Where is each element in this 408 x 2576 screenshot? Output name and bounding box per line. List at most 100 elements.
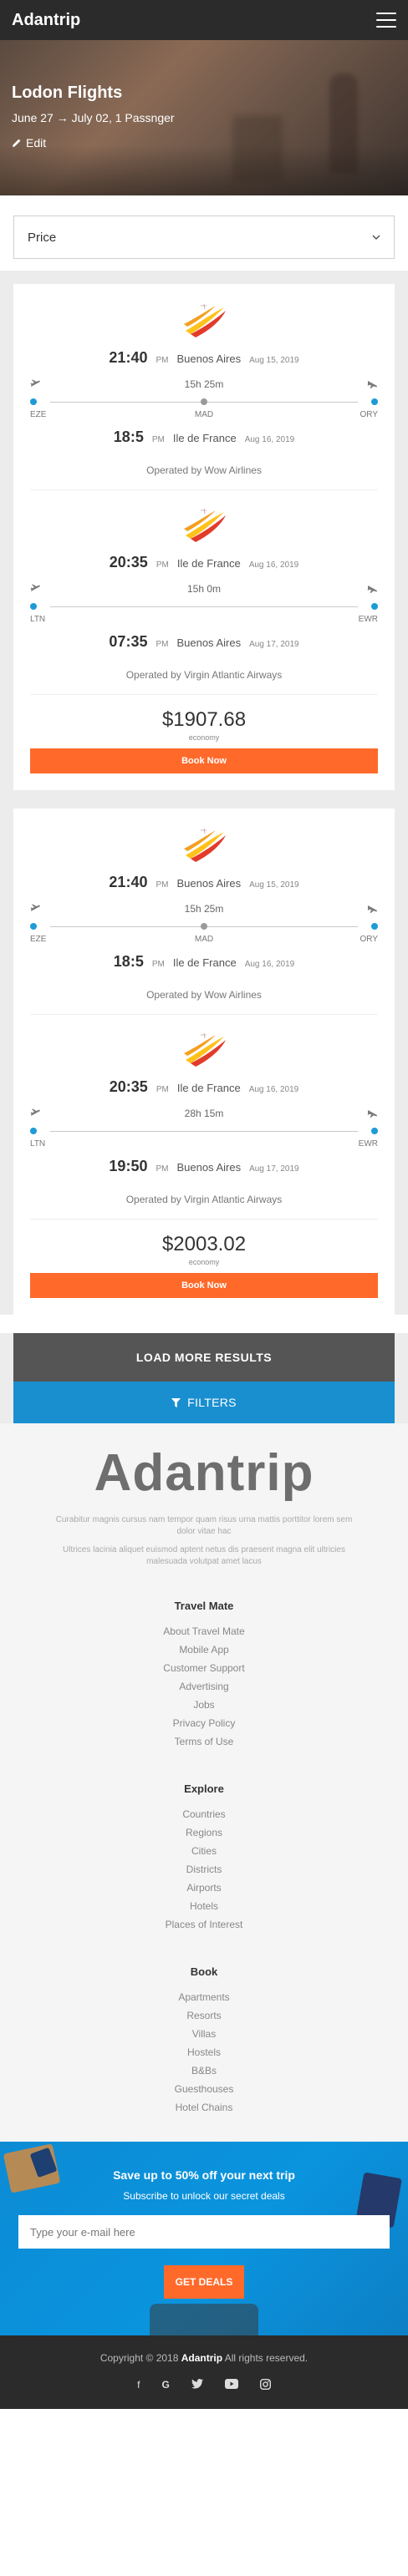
plane-landing-icon <box>367 1108 378 1121</box>
twitter-icon[interactable] <box>191 2379 203 2392</box>
footer-link[interactable]: Customer Support <box>0 1659 408 1677</box>
origin-dot <box>30 923 37 930</box>
results-list: 21:40 PM Buenos Aires Aug 15, 2019 15h 2… <box>0 271 408 1315</box>
operator-text: Operated by Wow Airlines <box>146 989 262 1001</box>
departure-time: 21:40 <box>109 349 148 366</box>
footer-link[interactable]: Regions <box>0 1823 408 1842</box>
arrival-row: 18:5 PM Ile de France Aug 16, 2019 <box>30 428 378 446</box>
brand-logo[interactable]: Adantrip <box>12 11 80 30</box>
filters-label: FILTERS <box>187 1396 237 1409</box>
arrival-row: 07:35 PM Buenos Aires Aug 17, 2019 <box>30 633 378 651</box>
youtube-icon[interactable] <box>224 2379 238 2392</box>
load-more-button[interactable]: LOAD MORE RESULTS <box>13 1333 395 1382</box>
footer-link[interactable]: Advertising <box>0 1677 408 1696</box>
email-field[interactable] <box>18 2215 390 2249</box>
footer-link[interactable]: Privacy Policy <box>0 1714 408 1732</box>
origin-code: LTN <box>30 1139 46 1149</box>
edit-search-button[interactable]: Edit <box>12 136 46 150</box>
footer-link[interactable]: Hotel Chains <box>0 2098 408 2117</box>
sort-select[interactable]: Price <box>13 216 395 259</box>
footer-link[interactable]: Hostels <box>0 2043 408 2061</box>
flight-duration: 15h 25m <box>184 903 224 915</box>
footer-link[interactable]: Resorts <box>0 2006 408 2025</box>
footer-link[interactable]: Villas <box>0 2025 408 2043</box>
departure-row: 21:40 PM Buenos Aires Aug 15, 2019 <box>30 349 378 367</box>
origin-dot <box>30 603 37 610</box>
airline-logo <box>184 828 226 862</box>
book-now-button[interactable]: Book Now <box>30 748 378 773</box>
footer-link[interactable]: Countries <box>0 1805 408 1823</box>
origin-code: EZE <box>30 410 47 419</box>
footer-link[interactable]: Airports <box>0 1879 408 1897</box>
footer-section-title: Explore <box>184 1782 224 1795</box>
facebook-icon[interactable]: f <box>137 2379 140 2392</box>
price-block: $2003.02 economy <box>30 1233 378 1266</box>
arrival-time: 18:5 <box>113 953 144 970</box>
get-deals-button[interactable]: GET DEALS <box>163 2265 245 2299</box>
chevron-down-icon <box>372 235 380 240</box>
arrival-date: Aug 16, 2019 <box>244 960 295 969</box>
stop-dot <box>201 923 207 930</box>
arrival-ampm: PM <box>151 960 165 969</box>
price-amount: $1907.68 <box>161 708 247 731</box>
stop-code: MAD <box>194 935 214 944</box>
arrival-time: 07:35 <box>109 633 148 650</box>
footer-link[interactable]: Districts <box>0 1860 408 1879</box>
operator-text: Operated by Virgin Atlantic Airways <box>125 1194 283 1205</box>
google-icon[interactable]: G <box>162 2379 170 2392</box>
footer-link[interactable]: About Travel Mate <box>0 1622 408 1640</box>
fare-class: economy <box>188 1258 220 1266</box>
footer-link[interactable]: B&Bs <box>0 2061 408 2080</box>
footer-link[interactable]: Jobs <box>0 1696 408 1714</box>
departure-row: 21:40 PM Buenos Aires Aug 15, 2019 <box>30 874 378 891</box>
departure-date: Aug 15, 2019 <box>249 880 299 890</box>
departure-city: Buenos Aires <box>176 877 242 890</box>
footer-link[interactable]: Hotels <box>0 1897 408 1915</box>
footer-link[interactable]: Places of Interest <box>0 1915 408 1934</box>
footer-link[interactable]: Guesthouses <box>0 2080 408 2098</box>
background-image-detail <box>232 115 283 182</box>
newsletter-section: Save up to 50% off your next trip Subscr… <box>0 2142 408 2335</box>
departure-city: Ile de France <box>176 557 241 570</box>
stop-dot <box>201 398 207 405</box>
departure-row: 20:35 PM Ile de France Aug 16, 2019 <box>30 554 378 571</box>
departure-ampm: PM <box>156 560 169 570</box>
filters-button[interactable]: FILTERS <box>13 1382 395 1423</box>
stop-code: MAD <box>194 410 214 419</box>
arrival-city: Ile de France <box>172 956 237 969</box>
footer-link[interactable]: Terms of Use <box>0 1732 408 1751</box>
flight-leg: 21:40 PM Buenos Aires Aug 15, 2019 15h 2… <box>30 824 378 1015</box>
route-timeline: 15h 25m EZE MAD ORY <box>30 903 378 950</box>
footer-description-secondary: Ultrices lacinia aliquet euismod aptent … <box>63 1545 345 1566</box>
footer-link[interactable]: Apartments <box>0 1988 408 2006</box>
footer-link[interactable]: Cities <box>0 1842 408 1860</box>
airline-logo <box>184 508 226 542</box>
footer-brand: Adantrip <box>94 1444 314 1502</box>
departure-date: Aug 15, 2019 <box>249 356 299 365</box>
menu-icon[interactable] <box>376 13 396 28</box>
price-block: $1907.68 economy <box>30 708 378 742</box>
price-amount: $2003.02 <box>161 1233 247 1255</box>
newsletter-title: Save up to 50% off your next trip <box>113 2168 295 2182</box>
copyright-prefix: Copyright © 2018 <box>99 2352 179 2364</box>
departure-ampm: PM <box>156 1085 169 1094</box>
footer-section-title: Book <box>190 1965 218 1978</box>
departure-time: 21:40 <box>109 874 148 890</box>
footer-section-title: Travel Mate <box>174 1600 234 1612</box>
destination-code: EWR <box>358 615 378 624</box>
departure-time: 20:35 <box>109 1078 148 1095</box>
departure-city: Ile de France <box>176 1082 241 1094</box>
arrival-ampm: PM <box>151 435 165 444</box>
flight-duration: 15h 25m <box>184 378 224 390</box>
footer-link[interactable]: Mobile App <box>0 1640 408 1659</box>
site-footer: Adantrip Curabitur magnis cursus nam tem… <box>0 1423 408 2142</box>
book-now-button[interactable]: Book Now <box>30 1273 378 1298</box>
trip-summary: June 27 → July 02, 1 Passnger <box>12 111 175 124</box>
footer-section: Explore Countries Regions Cities Districts Ai… <box>0 1782 408 1934</box>
operator-text: Operated by Wow Airlines <box>146 464 262 476</box>
result-card: 21:40 PM Buenos Aires Aug 15, 2019 15h 2… <box>13 284 395 790</box>
arrival-ampm: PM <box>156 1164 169 1174</box>
instagram-icon[interactable] <box>259 2378 271 2392</box>
arrival-date: Aug 16, 2019 <box>244 435 295 444</box>
arrival-city: Buenos Aires <box>176 636 242 649</box>
